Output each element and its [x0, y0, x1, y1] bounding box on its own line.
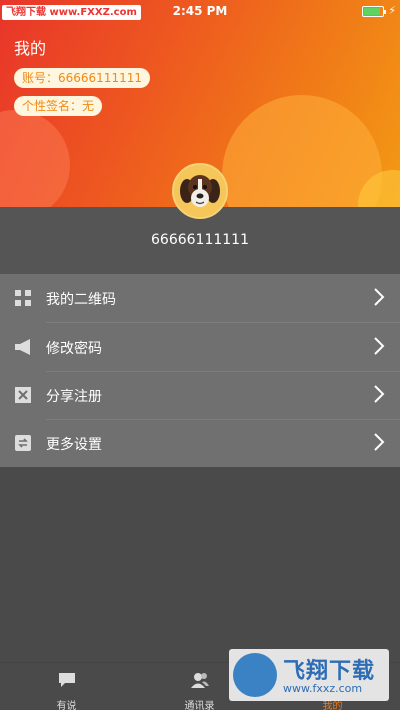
status-time: 2:45 PM	[172, 4, 228, 18]
avatar[interactable]	[172, 163, 228, 219]
menu-item-change-password[interactable]: 修改密码	[0, 323, 400, 371]
charging-icon: ⚡	[388, 4, 396, 17]
fxxz-logo-icon	[233, 653, 277, 697]
tab-label: 有说	[56, 701, 77, 710]
settings-menu: 我的二维码 修改密码 分享注册 更多设置	[0, 274, 400, 467]
refresh-settings-icon	[15, 435, 31, 451]
tab-youshuo[interactable]: 有说	[0, 663, 133, 710]
chevron-right-icon	[374, 337, 385, 355]
decor-circle	[222, 95, 382, 207]
menu-item-more-settings[interactable]: 更多设置	[0, 419, 400, 467]
chevron-right-icon	[374, 385, 385, 403]
menu-item-share-register[interactable]: 分享注册	[0, 371, 400, 419]
menu-item-label: 分享注册	[46, 389, 102, 405]
chevron-right-icon	[374, 433, 385, 451]
account-pill: 账号：66666111111	[14, 68, 150, 88]
qr-code-icon	[15, 290, 31, 306]
menu-item-label: 修改密码	[46, 341, 102, 357]
menu-item-qr-code[interactable]: 我的二维码	[0, 274, 400, 322]
decor-circle	[0, 110, 70, 207]
signature-pill[interactable]: 个性签名：无	[14, 96, 103, 116]
watermark-title: 飞翔下载	[283, 659, 376, 684]
watermark-url: www.fxxz.com	[283, 682, 363, 695]
watermark-bottom: 飞翔下载 www.fxxz.com	[229, 649, 389, 701]
dog-avatar-icon	[174, 165, 226, 217]
contacts-icon	[190, 673, 209, 688]
chevron-right-icon	[374, 288, 385, 306]
profile-username: 66666111111	[151, 232, 249, 248]
share-box-icon	[15, 387, 31, 403]
chat-icon	[58, 673, 75, 687]
status-bar: 飞翔下载 www.FXXZ.com 2:45 PM ⚡	[0, 0, 400, 22]
menu-item-label: 更多设置	[46, 437, 102, 453]
page-title: 我的	[14, 39, 47, 58]
megaphone-icon	[15, 339, 30, 355]
menu-item-label: 我的二维码	[46, 292, 116, 308]
battery-icon	[362, 6, 386, 17]
